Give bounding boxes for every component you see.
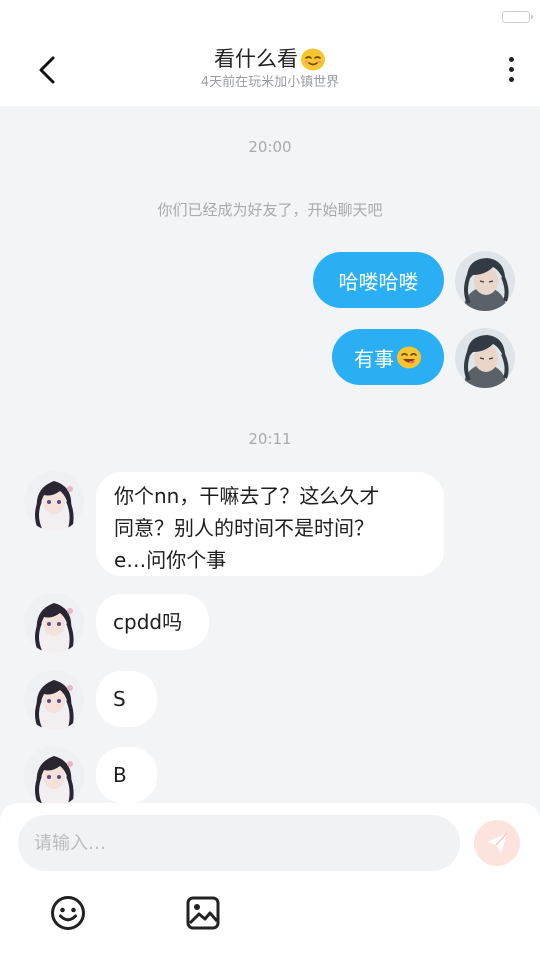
message-text: 哈喽哈喽: [338, 269, 419, 294]
contact-name: 看什么看: [214, 47, 298, 71]
emoji-icon: [51, 896, 85, 930]
my-avatar[interactable]: [455, 328, 515, 388]
contact-avatar[interactable]: [24, 746, 84, 806]
message-line: e…问你个事: [114, 548, 227, 572]
contact-avatar[interactable]: [24, 471, 84, 531]
status-bar: [0, 0, 540, 34]
image-button[interactable]: [185, 895, 221, 931]
chat-screen: 看什么看 4天前在玩米加小镇世界 20:00 你们已经成为好友了，开始聊天吧 哈…: [0, 0, 540, 960]
outgoing-message[interactable]: 哈喽哈喽: [313, 252, 444, 308]
avatar-image: [455, 251, 515, 311]
incoming-message[interactable]: 你个nn，干嘛去了？这么久才 同意？别人的时间不是时间？ e…问你个事: [96, 472, 444, 576]
more-options-button[interactable]: [504, 52, 518, 88]
incoming-message[interactable]: cpdd吗: [96, 594, 209, 650]
system-message: 你们已经成为好友了，开始聊天吧: [157, 201, 383, 219]
message-text: cpdd吗: [113, 610, 183, 634]
incoming-message[interactable]: S: [96, 671, 157, 727]
message-text: 有事: [354, 346, 394, 371]
avatar-image: [24, 471, 84, 531]
outgoing-message[interactable]: 有事: [332, 329, 444, 385]
more-dot: [508, 57, 514, 62]
avatar-image: [24, 670, 84, 730]
more-dot: [508, 77, 514, 82]
message-line: 同意？别人的时间不是时间？: [114, 516, 374, 540]
avatar-image: [455, 328, 515, 388]
message-input[interactable]: [18, 815, 460, 871]
title-block: 看什么看 4天前在玩米加小镇世界: [120, 44, 420, 92]
my-avatar[interactable]: [455, 251, 515, 311]
avatar-image: [24, 746, 84, 806]
timestamp: 20:00: [248, 138, 292, 156]
more-dot: [508, 67, 514, 72]
avatar-image: [24, 593, 84, 653]
incoming-message[interactable]: B: [96, 747, 157, 803]
message-line: 你个nn，干嘛去了？这么久才: [114, 484, 380, 508]
chevron-left-icon: [39, 56, 55, 84]
timestamp: 20:11: [248, 430, 292, 448]
composer-bar: [0, 803, 540, 960]
battery-icon: [502, 11, 533, 23]
back-button[interactable]: [30, 52, 66, 88]
send-button[interactable]: [474, 820, 520, 866]
chat-header: 看什么看 4天前在玩米加小镇世界: [0, 34, 540, 106]
page-title: 看什么看: [214, 44, 326, 74]
message-text: S: [113, 687, 126, 711]
smile-emoji-icon: [301, 48, 325, 71]
image-icon: [186, 896, 220, 930]
yum-emoji-icon: [397, 346, 421, 369]
emoji-button[interactable]: [50, 895, 86, 931]
contact-avatar[interactable]: [24, 670, 84, 730]
contact-avatar[interactable]: [24, 593, 84, 653]
last-seen-status: 4天前在玩米加小镇世界: [200, 75, 340, 90]
message-text: B: [113, 763, 127, 787]
send-icon: [487, 832, 508, 853]
